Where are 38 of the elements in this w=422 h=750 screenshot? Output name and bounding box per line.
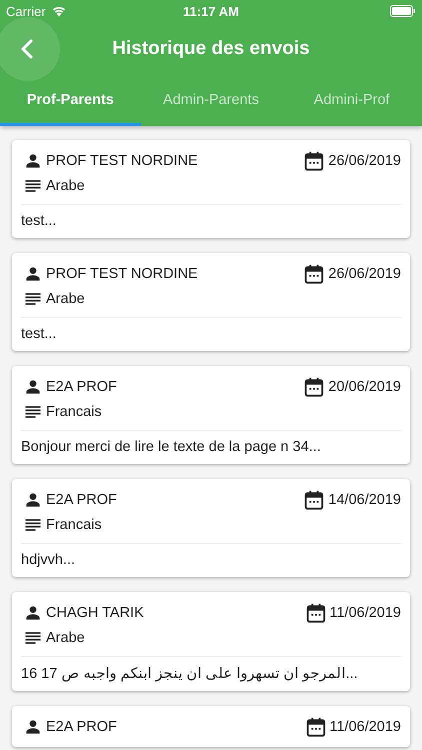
sender-name: PROF TEST NORDINE <box>46 153 198 169</box>
subject-label: Arabe <box>46 178 85 194</box>
sender-name: PROF TEST NORDINE <box>46 266 198 282</box>
message-date: 11/06/2019 <box>330 605 401 621</box>
subject-label: Arabe <box>46 630 85 646</box>
battery-icon <box>390 5 416 17</box>
calendar-icon <box>304 716 326 738</box>
calendar-icon <box>303 263 326 285</box>
subject-label: Francais <box>46 404 102 420</box>
calendar-icon <box>303 489 326 511</box>
message-preview: hdjvvh... <box>21 551 76 568</box>
calendar-icon <box>303 376 326 398</box>
sender-name: E2A PROF <box>46 379 117 395</box>
message-preview: المرجو ان تسهروا على ان ينجز ابنكم واجبه ص 17 16... <box>21 665 359 682</box>
message-date: 26/06/2019 <box>328 153 401 169</box>
subject-label: Arabe <box>46 291 85 307</box>
clock-time: 11:17 AM <box>183 4 239 18</box>
subject-label: Francais <box>46 517 102 533</box>
message-card[interactable]: PROF TEST NORDINE 26/06/2019 Arabe test... <box>12 253 410 351</box>
message-preview: test... <box>21 212 58 229</box>
wifi-icon <box>50 5 67 17</box>
message-card[interactable]: E2A PROF 11/06/2019 <box>12 706 410 747</box>
message-preview: Bonjour merci de lire le texte de la page n 34... <box>21 438 322 455</box>
message-card[interactable]: PROF TEST NORDINE 26/06/2019 Arabe test... <box>12 140 410 238</box>
calendar-icon <box>303 150 326 172</box>
message-date: 20/06/2019 <box>328 379 401 395</box>
screen-title: Historique des envois <box>112 38 310 60</box>
message-card[interactable]: E2A PROF 20/06/2019 Francais Bonjour merci de lire le texte de la page n 34... <box>12 366 410 464</box>
sender-name: E2A PROF <box>46 719 117 735</box>
message-card[interactable]: E2A PROF 14/06/2019 Francais hdjvvh... <box>12 479 410 577</box>
calendar-icon <box>304 602 326 624</box>
sender-name: E2A PROF <box>46 492 117 508</box>
message-date: 14/06/2019 <box>328 492 401 508</box>
message-date: 11/06/2019 <box>330 719 401 735</box>
sender-name: CHAGH TARIK <box>46 605 144 621</box>
carrier-name: Carrier <box>6 4 46 18</box>
message-date: 26/06/2019 <box>328 266 401 282</box>
message-preview: test... <box>21 325 58 342</box>
